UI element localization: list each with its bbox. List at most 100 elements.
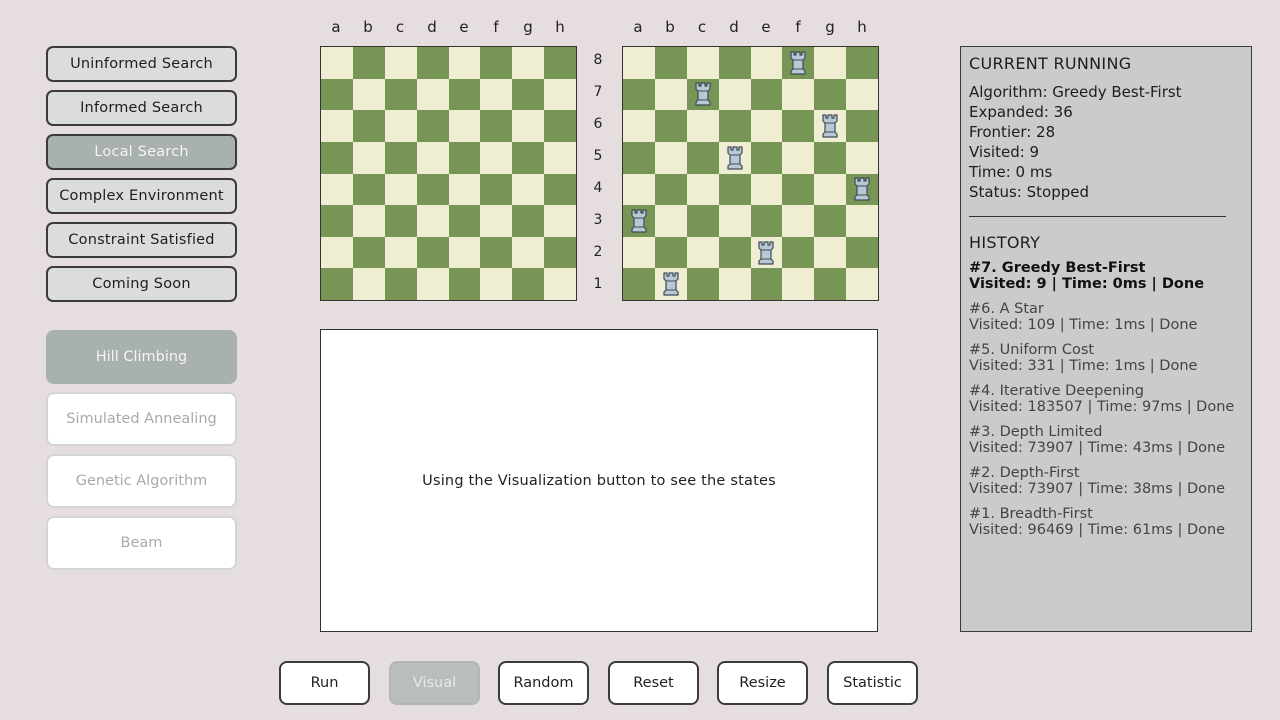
- right-square-c2[interactable]: [686, 236, 719, 269]
- left-square-a7[interactable]: [321, 78, 353, 111]
- right-square-a3[interactable]: [623, 205, 655, 237]
- left-square-d7[interactable]: [416, 78, 449, 111]
- right-square-c1[interactable]: [686, 268, 719, 300]
- left-square-f8[interactable]: [480, 47, 513, 79]
- left-square-d4[interactable]: [416, 173, 449, 206]
- left-square-e6[interactable]: [448, 110, 481, 142]
- right-square-g3[interactable]: [814, 205, 847, 237]
- left-square-f6[interactable]: [480, 110, 513, 142]
- left-square-h2[interactable]: [544, 236, 576, 269]
- left-square-a8[interactable]: [321, 47, 353, 79]
- right-square-h4[interactable]: [846, 173, 878, 206]
- right-square-a7[interactable]: [623, 78, 655, 111]
- left-square-h1[interactable]: [544, 268, 576, 300]
- right-square-b1[interactable]: [654, 268, 687, 300]
- left-square-g6[interactable]: [512, 110, 545, 142]
- right-square-f7[interactable]: [782, 78, 815, 111]
- left-square-b7[interactable]: [352, 78, 385, 111]
- category-coming-soon[interactable]: Coming Soon: [46, 266, 237, 302]
- left-square-a1[interactable]: [321, 268, 353, 300]
- right-square-c7[interactable]: [686, 78, 719, 111]
- random-button[interactable]: Random: [498, 661, 589, 705]
- left-square-h8[interactable]: [544, 47, 576, 79]
- left-square-c1[interactable]: [384, 268, 417, 300]
- left-square-c2[interactable]: [384, 236, 417, 269]
- category-constraint-satisfied[interactable]: Constraint Satisfied: [46, 222, 237, 258]
- right-square-c3[interactable]: [686, 205, 719, 237]
- right-square-e4[interactable]: [750, 173, 783, 206]
- chessboard-left[interactable]: [320, 46, 577, 301]
- left-square-h6[interactable]: [544, 110, 576, 142]
- right-square-a1[interactable]: [623, 268, 655, 300]
- chessboard-right[interactable]: [622, 46, 879, 301]
- right-square-a8[interactable]: [623, 47, 655, 79]
- right-square-d1[interactable]: [718, 268, 751, 300]
- right-square-f2[interactable]: [782, 236, 815, 269]
- left-square-g4[interactable]: [512, 173, 545, 206]
- left-square-a3[interactable]: [321, 205, 353, 237]
- left-square-c6[interactable]: [384, 110, 417, 142]
- left-square-a6[interactable]: [321, 110, 353, 142]
- right-square-e2[interactable]: [750, 236, 783, 269]
- left-square-e8[interactable]: [448, 47, 481, 79]
- right-square-g4[interactable]: [814, 173, 847, 206]
- right-square-d5[interactable]: [718, 141, 751, 174]
- algorithm-beam[interactable]: Beam: [46, 516, 237, 570]
- left-square-c4[interactable]: [384, 173, 417, 206]
- left-square-c7[interactable]: [384, 78, 417, 111]
- run-button[interactable]: Run: [279, 661, 370, 705]
- right-square-f6[interactable]: [782, 110, 815, 142]
- left-square-b2[interactable]: [352, 236, 385, 269]
- right-square-b2[interactable]: [654, 236, 687, 269]
- left-square-b6[interactable]: [352, 110, 385, 142]
- right-square-d8[interactable]: [718, 47, 751, 79]
- right-square-g2[interactable]: [814, 236, 847, 269]
- left-square-h5[interactable]: [544, 141, 576, 174]
- left-square-a5[interactable]: [321, 141, 353, 174]
- left-square-g7[interactable]: [512, 78, 545, 111]
- left-square-c8[interactable]: [384, 47, 417, 79]
- left-square-f1[interactable]: [480, 268, 513, 300]
- left-square-b1[interactable]: [352, 268, 385, 300]
- right-square-d3[interactable]: [718, 205, 751, 237]
- right-square-h3[interactable]: [846, 205, 878, 237]
- left-square-g3[interactable]: [512, 205, 545, 237]
- right-square-a2[interactable]: [623, 236, 655, 269]
- right-square-e3[interactable]: [750, 205, 783, 237]
- right-square-b3[interactable]: [654, 205, 687, 237]
- left-square-a2[interactable]: [321, 236, 353, 269]
- left-square-e4[interactable]: [448, 173, 481, 206]
- algorithm-hill-climbing[interactable]: Hill Climbing: [46, 330, 237, 384]
- left-square-c5[interactable]: [384, 141, 417, 174]
- left-square-d8[interactable]: [416, 47, 449, 79]
- right-square-g1[interactable]: [814, 268, 847, 300]
- right-square-c8[interactable]: [686, 47, 719, 79]
- statistic-button[interactable]: Statistic: [827, 661, 918, 705]
- left-square-d3[interactable]: [416, 205, 449, 237]
- right-square-a6[interactable]: [623, 110, 655, 142]
- category-local-search[interactable]: Local Search: [46, 134, 237, 170]
- right-square-b8[interactable]: [654, 47, 687, 79]
- right-square-b5[interactable]: [654, 141, 687, 174]
- right-square-e8[interactable]: [750, 47, 783, 79]
- left-square-h4[interactable]: [544, 173, 576, 206]
- left-square-g2[interactable]: [512, 236, 545, 269]
- left-square-b3[interactable]: [352, 205, 385, 237]
- resize-button[interactable]: Resize: [717, 661, 808, 705]
- left-square-e3[interactable]: [448, 205, 481, 237]
- left-square-b8[interactable]: [352, 47, 385, 79]
- right-square-g6[interactable]: [814, 110, 847, 142]
- left-square-f7[interactable]: [480, 78, 513, 111]
- right-square-h7[interactable]: [846, 78, 878, 111]
- right-square-f5[interactable]: [782, 141, 815, 174]
- left-square-e7[interactable]: [448, 78, 481, 111]
- right-square-b4[interactable]: [654, 173, 687, 206]
- right-square-d6[interactable]: [718, 110, 751, 142]
- left-square-b5[interactable]: [352, 141, 385, 174]
- left-square-h3[interactable]: [544, 205, 576, 237]
- right-square-c4[interactable]: [686, 173, 719, 206]
- algorithm-simulated-annealing[interactable]: Simulated Annealing: [46, 392, 237, 446]
- left-square-f4[interactable]: [480, 173, 513, 206]
- right-square-f4[interactable]: [782, 173, 815, 206]
- right-square-f1[interactable]: [782, 268, 815, 300]
